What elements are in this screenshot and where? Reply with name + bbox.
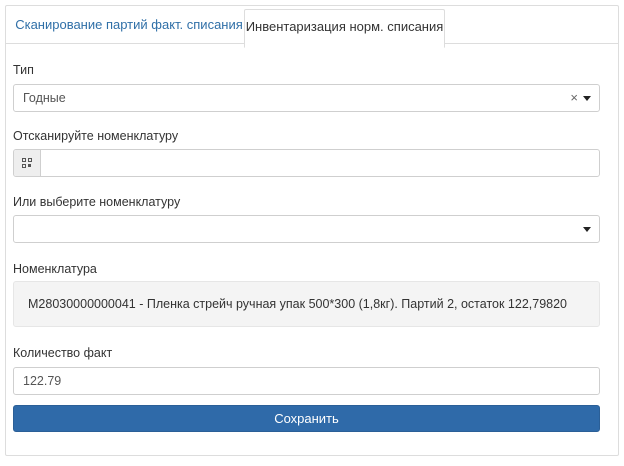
nomenclature-select[interactable] [13, 215, 600, 243]
type-label: Тип [13, 63, 34, 77]
tab-bar: Сканирование партий факт. списания Инвен… [6, 6, 618, 48]
type-select[interactable]: Годные × [13, 84, 600, 112]
scan-input-group [13, 149, 600, 177]
quantity-input[interactable] [13, 367, 600, 395]
scan-label: Отсканируйте номенклатуру [13, 129, 179, 143]
quantity-label: Количество факт [13, 346, 113, 360]
qr-code-icon [22, 158, 32, 168]
nomenclature-label: Номенклатура [13, 262, 97, 276]
nomenclature-info: М28030000000041 - Пленка стрейч ручная у… [13, 281, 600, 327]
save-button[interactable]: Сохранить [13, 405, 600, 432]
clear-icon[interactable]: × [570, 90, 578, 105]
chevron-down-icon[interactable] [583, 96, 591, 101]
type-select-value: Годные [23, 91, 66, 105]
nomenclature-info-text: М28030000000041 - Пленка стрейч ручная у… [28, 297, 568, 311]
choose-label: Или выберите номенклатуру [13, 195, 181, 209]
scan-input[interactable] [42, 150, 599, 176]
tab-inventory[interactable]: Инвентаризация норм. списания [244, 9, 445, 48]
chevron-down-icon[interactable] [583, 227, 591, 232]
scan-addon [14, 150, 41, 176]
tab-scan-batches[interactable]: Сканирование партий факт. списания [10, 6, 248, 44]
